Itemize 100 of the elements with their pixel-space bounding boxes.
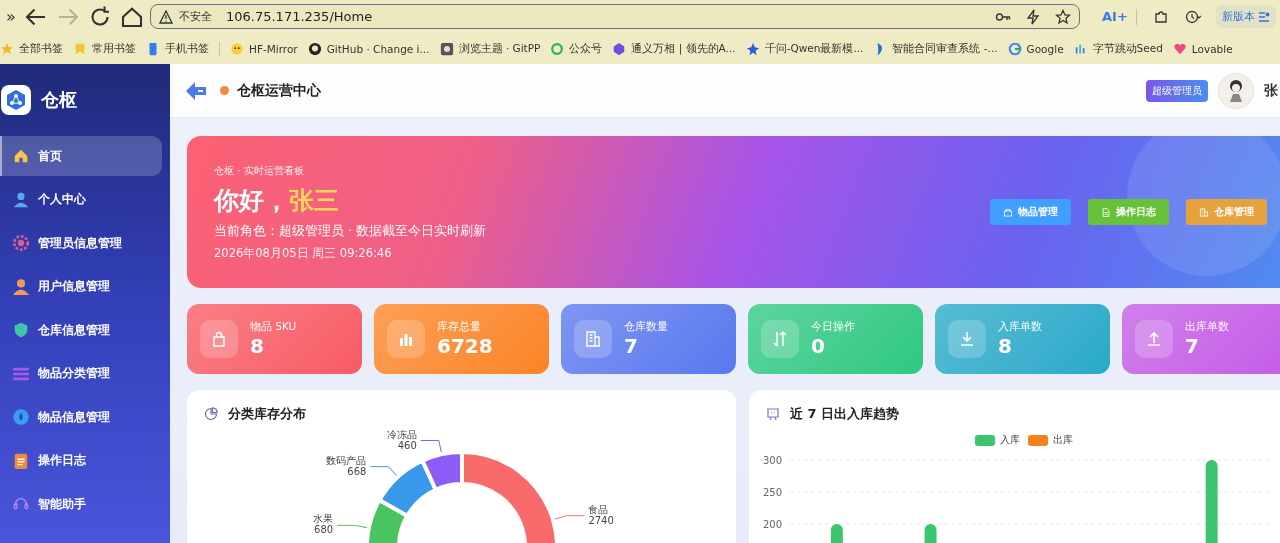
stat-icon (574, 320, 612, 358)
menu-item-icon (12, 408, 30, 426)
bookmark-icon (307, 41, 322, 56)
bookmark-icon (612, 41, 627, 56)
bookmark[interactable]: 浏览主题 · GitPP (439, 41, 541, 56)
status-dot (220, 86, 229, 95)
leader-line (336, 524, 368, 529)
menu-icon (1258, 10, 1270, 23)
bookmark-icon (1007, 41, 1022, 56)
leader-line (369, 466, 397, 476)
bookmark-icon (439, 41, 454, 56)
menu-item-icon (12, 147, 30, 165)
greeting: 你好，张三 (214, 184, 340, 217)
datetime: 2026年08月05日 周三 09:26:46 (214, 245, 393, 261)
stat-icon (200, 320, 238, 358)
slice-value: 2740 (588, 514, 614, 526)
user-name: 张 (1264, 81, 1278, 100)
address-bar[interactable]: 不安全 106.75.171.235/Home (150, 4, 1080, 29)
bookmark[interactable]: 智能合同审查系统 -... (873, 41, 998, 56)
stat-label: 库存总量 (437, 320, 482, 334)
axis-tick-label: 250 (762, 487, 782, 498)
security-label: 不安全 (179, 9, 212, 24)
bookmark[interactable]: Google (1007, 41, 1064, 56)
sidebar-item[interactable]: 智能助手 (0, 484, 162, 524)
bar (924, 524, 937, 543)
sidebar-item[interactable]: 管理员信息管理 (0, 223, 162, 263)
presentation-icon (766, 407, 780, 421)
bookmark-icon (1172, 41, 1187, 56)
bookmark[interactable]: 公众号 (550, 41, 603, 56)
button-icon (1101, 206, 1111, 218)
sidebar-item[interactable]: 操作日志 (0, 440, 162, 481)
sidebar-item[interactable]: 物品分类管理 (0, 353, 162, 394)
axis-tick-label: 300 (762, 455, 782, 466)
bookmark-icon (745, 41, 760, 56)
role-badge: 超级管理员 (1146, 79, 1208, 102)
bookmark[interactable]: GitHub · Change i... (307, 41, 430, 56)
avatar[interactable] (1218, 72, 1254, 109)
legend-item[interactable]: 出库 (1027, 433, 1073, 447)
chart-title: 分类库存分布 (228, 405, 306, 423)
stat-label: 出库单数 (1185, 320, 1229, 334)
bookmark[interactable]: 千问-Qwen最新模... (745, 41, 864, 56)
menu-item-icon (12, 234, 30, 252)
legend-item[interactable]: 入库 (974, 433, 1020, 447)
url-text: 106.75.171.235/Home (226, 9, 374, 24)
stat-icon (761, 320, 799, 358)
bar (830, 524, 843, 543)
stat-value: 8 (250, 334, 265, 358)
stat-value: 0 (811, 334, 826, 358)
sidebar-item[interactable]: 物品信息管理 (0, 397, 162, 437)
stat-icon (948, 320, 986, 358)
stat-label: 仓库数量 (624, 320, 668, 334)
stat-label: 今日操作 (811, 320, 855, 334)
bookmark-icon (550, 41, 565, 56)
banner-subtitle: 仓枢 · 实时运营看板 (214, 163, 305, 178)
menu-item-icon (12, 277, 30, 296)
more-tabs[interactable]: » (0, 7, 22, 26)
logo-icon (1, 85, 31, 115)
menu-item-icon (12, 451, 30, 470)
slice-label: 冷冻品 (386, 428, 417, 440)
pie-chart-icon (204, 407, 218, 421)
slice-value: 460 (397, 439, 417, 451)
bookmark[interactable]: 通义万相 | 领先的A... (612, 41, 736, 56)
bookmark[interactable]: 字节跳动Seed (1073, 41, 1163, 56)
warning-icon (159, 9, 173, 24)
chart-title: 近 7 日出入库趋势 (790, 405, 900, 423)
stat-icon (1135, 320, 1173, 358)
stat-label: 入库单数 (998, 320, 1042, 334)
bookmark[interactable]: 手机书签 (146, 41, 209, 56)
slice-label: 数码产品 (326, 454, 367, 466)
menu-item-icon (12, 321, 30, 339)
slice-label: 食品 (588, 503, 609, 515)
brand-name: 仓枢 (41, 88, 77, 112)
stat-label: 物品 SKU (250, 320, 297, 334)
sidebar-item[interactable]: 用户信息管理 (0, 266, 162, 307)
leader-line (420, 440, 442, 453)
sidebar-item[interactable]: 首页 (0, 136, 162, 176)
bookmark-icon (0, 41, 14, 56)
page-title: 仓枢运营中心 (237, 81, 321, 100)
slice-value: 680 (314, 524, 334, 536)
lightning-icon[interactable] (1025, 8, 1041, 25)
stat-value: 7 (624, 334, 639, 358)
history-icon[interactable] (1184, 8, 1201, 25)
slice-label: 水果 (313, 513, 334, 525)
bookmark[interactable]: HF-Mirror (230, 41, 298, 56)
role-line: 当前角色：超级管理员 · 数据截至今日实时刷新 (214, 222, 486, 240)
bookmark[interactable]: 全部书签 (0, 41, 63, 56)
bookmark[interactable]: Lovable (1172, 41, 1233, 56)
stat-value: 6728 (437, 334, 493, 358)
star-icon[interactable] (1055, 8, 1071, 25)
stat-value: 8 (998, 334, 1013, 358)
stat-value: 7 (1185, 334, 1200, 358)
axis-tick-label: 200 (762, 519, 782, 530)
bookmark[interactable]: 常用书签 (73, 41, 136, 56)
sidebar-item[interactable]: 仓库信息管理 (0, 310, 162, 350)
leader-line (554, 515, 585, 520)
menu-item-icon (12, 190, 30, 209)
update-button[interactable]: 新版本 (1216, 5, 1276, 28)
sidebar-item[interactable]: 个人中心 (0, 179, 162, 220)
bookmark-icon (73, 41, 87, 56)
stat-icon (387, 320, 425, 358)
